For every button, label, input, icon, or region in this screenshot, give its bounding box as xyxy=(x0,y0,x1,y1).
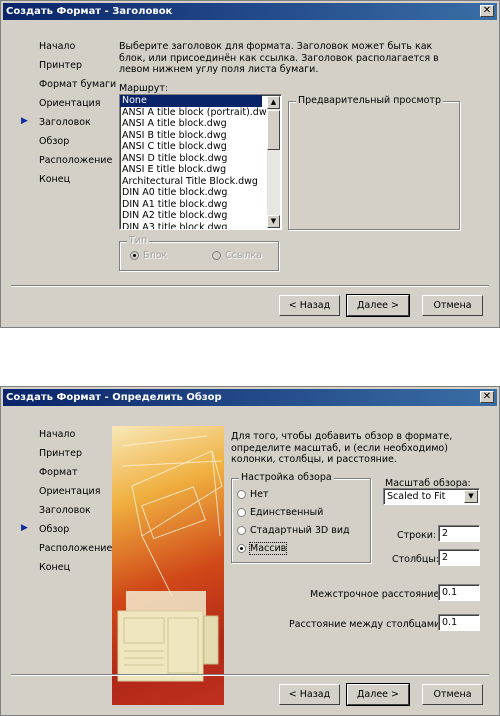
nav-item-finish: Конец xyxy=(39,562,71,573)
list-item[interactable]: ANSI A title block (portrait).dwg xyxy=(120,107,281,119)
page-setup-titleblock-dialog: Создать Формат - Заголовок ✕ Начало Прин… xyxy=(0,0,500,328)
dialog-title: Создать Формат - Определить Обзор xyxy=(6,392,222,403)
back-button[interactable]: < Назад xyxy=(279,295,340,316)
vertical-scrollbar[interactable]: ▲ ▼ xyxy=(267,96,280,228)
radio-xref[interactable]: Ссылка xyxy=(212,250,262,261)
title-bar[interactable]: Создать Формат - Заголовок ✕ xyxy=(3,3,497,20)
scroll-thumb[interactable] xyxy=(267,110,280,150)
radio-none[interactable]: Нет xyxy=(237,489,269,500)
list-item[interactable]: ANSI E title block.dwg xyxy=(120,164,281,176)
scroll-up-icon[interactable]: ▲ xyxy=(267,96,280,109)
nav-item-layout: Расположение xyxy=(39,155,113,166)
radio-dot xyxy=(237,508,246,517)
view-setup-group: Настройка обзора Нет Единственный Стадар… xyxy=(231,472,371,563)
radio-none-label: Нет xyxy=(250,489,269,500)
radio-single-label: Единственный xyxy=(250,507,324,518)
preview-group: Предварительный просмотр xyxy=(288,95,460,230)
radio-dot xyxy=(212,251,221,260)
nav-item-format: Формат xyxy=(39,467,78,478)
nav-item-start: Начало xyxy=(39,41,76,52)
nav-item-titleblock: Заголовок xyxy=(39,117,91,128)
next-button[interactable]: Далее > xyxy=(346,294,410,317)
separator xyxy=(11,674,489,676)
list-item[interactable]: DIN A0 title block.dwg xyxy=(120,187,281,199)
step-description: Выберите заголовок для формата. Заголово… xyxy=(119,41,439,75)
cancel-button[interactable]: Отмена xyxy=(422,295,483,316)
chevron-down-icon[interactable]: ▼ xyxy=(464,490,478,503)
radio-array-label: Массив xyxy=(248,542,288,555)
list-item[interactable]: ANSI B title block.dwg xyxy=(120,130,281,142)
close-icon[interactable]: ✕ xyxy=(480,391,494,403)
nav-item-printer: Принтер xyxy=(39,448,82,459)
cancel-button[interactable]: Отмена xyxy=(422,684,483,705)
nav-item-orientation: Ориентация xyxy=(39,486,101,497)
view-setup-label: Настройка обзора xyxy=(239,472,334,483)
step-description: Для того, чтобы добавить обзор в формате… xyxy=(231,431,453,465)
list-item[interactable]: Architectural Title Block.dwg xyxy=(120,176,281,188)
back-button[interactable]: < Назад xyxy=(279,684,340,705)
radio-block[interactable]: Блок xyxy=(130,250,167,261)
scale-value: Scaled to Fit xyxy=(387,491,446,502)
nav-item-titleblock: Заголовок xyxy=(39,505,91,516)
list-item[interactable]: ANSI A title block.dwg xyxy=(120,118,281,130)
radio-std3d-label: Стадартный 3D вид xyxy=(250,525,350,536)
nav-item-printer: Принтер xyxy=(39,60,82,71)
cols-label: Столбцы: xyxy=(392,554,440,565)
nav-item-orientation: Ориентация xyxy=(39,98,101,109)
title-bar[interactable]: Создать Формат - Определить Обзор ✕ xyxy=(3,389,497,406)
nav-item-view: Обзор xyxy=(39,524,70,535)
separator xyxy=(11,285,489,287)
radio-dot xyxy=(237,526,246,535)
radio-dot xyxy=(237,490,246,499)
radio-single[interactable]: Единственный xyxy=(237,507,323,518)
radio-xref-label: Ссылка xyxy=(225,250,262,261)
cols-field[interactable]: 2 xyxy=(438,549,480,566)
current-step-arrow-icon: ▶ xyxy=(21,116,28,126)
type-group: Тип Блок Ссылка xyxy=(119,235,279,271)
row-spacing-label: Межстрочное расстояние: xyxy=(310,589,443,600)
list-item[interactable]: DIN A2 title block.dwg xyxy=(120,210,281,222)
nav-item-start: Начало xyxy=(39,429,76,440)
close-icon[interactable]: ✕ xyxy=(480,5,494,17)
list-item[interactable]: ANSI C title block.dwg xyxy=(120,141,281,153)
col-spacing-field[interactable]: 0.1 xyxy=(438,614,480,631)
radio-dot xyxy=(237,544,246,553)
scale-dropdown[interactable]: Scaled to Fit ▼ xyxy=(383,488,480,505)
page-setup-view-dialog: Создать Формат - Определить Обзор ✕ Нача… xyxy=(0,386,500,716)
preview-label: Предварительный просмотр xyxy=(296,95,443,106)
list-item[interactable]: None xyxy=(120,95,262,107)
type-group-label: Тип xyxy=(127,235,150,246)
nav-item-finish: Конец xyxy=(39,174,71,185)
path-label: Маршрут: xyxy=(119,83,169,94)
plotter-illustration-icon xyxy=(117,435,223,682)
next-button[interactable]: Далее > xyxy=(346,683,410,706)
list-item[interactable]: DIN A1 title block.dwg xyxy=(120,199,281,211)
col-spacing-label: Расстояние между столбцами: xyxy=(289,619,444,630)
nav-item-layout: Расположение xyxy=(39,543,113,554)
radio-dot xyxy=(130,251,139,260)
row-spacing-field[interactable]: 0.1 xyxy=(438,584,480,601)
radio-std3d[interactable]: Стадартный 3D вид xyxy=(237,525,350,536)
rows-label: Строки: xyxy=(397,530,437,541)
radio-array[interactable]: Массив xyxy=(237,542,288,555)
list-item[interactable]: DIN A3 title block.dwg xyxy=(120,222,281,230)
nav-item-paper-size: Формат бумаги xyxy=(39,79,117,90)
titleblock-listbox[interactable]: None ANSI A title block (portrait).dwg A… xyxy=(119,94,282,230)
radio-block-label: Блок xyxy=(143,250,168,261)
dialog-title: Создать Формат - Заголовок xyxy=(6,6,173,17)
wizard-illustration xyxy=(112,426,224,705)
nav-item-view: Обзор xyxy=(39,136,70,147)
list-item[interactable]: ANSI D title block.dwg xyxy=(120,153,281,165)
scroll-down-icon[interactable]: ▼ xyxy=(267,215,280,228)
current-step-arrow-icon: ▶ xyxy=(21,523,28,533)
rows-field[interactable]: 2 xyxy=(438,525,480,542)
